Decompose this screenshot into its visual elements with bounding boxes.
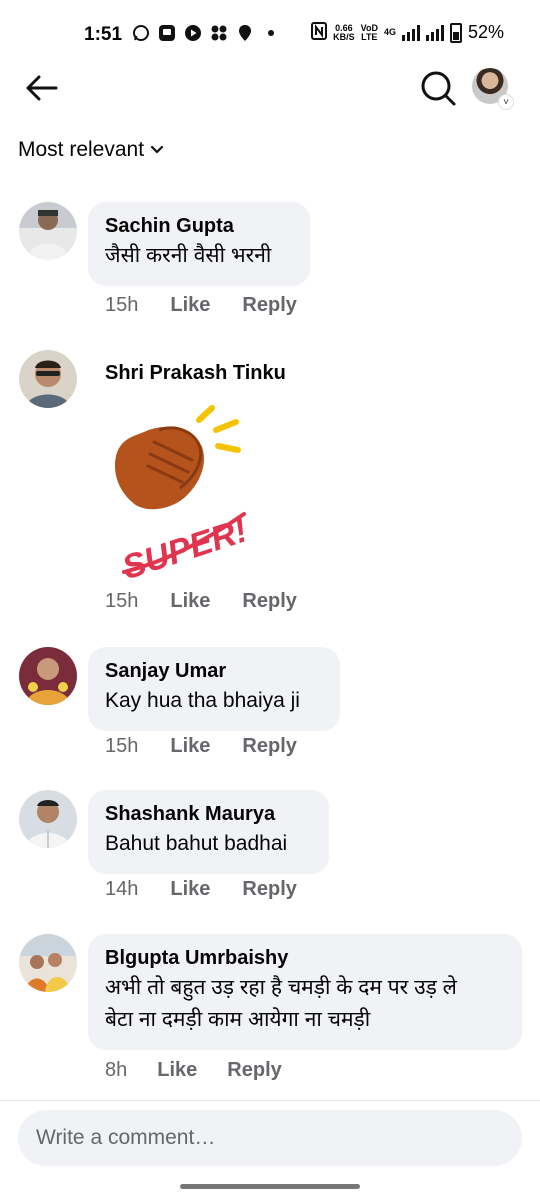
network-speed: 0.66 KB/S bbox=[333, 23, 355, 42]
comment-text: Kay hua tha bhaiya ji bbox=[105, 689, 300, 712]
search-button[interactable] bbox=[418, 68, 458, 108]
comment-text: जैसी करनी वैसी भरनी bbox=[105, 244, 272, 267]
comment-time: 8h bbox=[105, 1059, 128, 1081]
comment-text-line-2: बेटा ना दमड़ी काम आयेगा ना चमड़ी bbox=[105, 1008, 371, 1031]
back-button[interactable] bbox=[22, 68, 62, 108]
comment-author[interactable]: Shashank Maurya bbox=[105, 802, 312, 826]
like-button[interactable]: Like bbox=[157, 1059, 197, 1082]
comment-time: 15h bbox=[105, 294, 139, 316]
battery-percent: 52% bbox=[467, 22, 504, 42]
like-button[interactable]: Like bbox=[170, 590, 210, 613]
divider bbox=[0, 1100, 540, 1101]
comment-composer[interactable] bbox=[18, 1110, 522, 1166]
reply-button[interactable]: Reply bbox=[242, 590, 296, 613]
net-speed-unit: KB/S bbox=[333, 31, 355, 42]
comment-time: 15h bbox=[105, 590, 139, 612]
nfc-icon bbox=[311, 22, 328, 43]
sort-dropdown[interactable]: Most relevant bbox=[18, 138, 164, 162]
comment-author[interactable]: Blgupta Umrbaishy bbox=[105, 946, 505, 970]
comment-actions: 15h Like Reply bbox=[105, 294, 297, 317]
reply-button[interactable]: Reply bbox=[242, 735, 296, 758]
volte-indicator: VoD LTE bbox=[361, 23, 378, 42]
battery-icon bbox=[449, 22, 462, 43]
avatar[interactable] bbox=[19, 647, 77, 705]
comment-bubble[interactable]: Sanjay Umar Kay hua tha bhaiya ji bbox=[88, 647, 340, 731]
reply-button[interactable]: Reply bbox=[227, 1059, 281, 1082]
comment-author[interactable]: Sanjay Umar bbox=[105, 659, 323, 683]
signal-icon-2 bbox=[425, 24, 444, 41]
comment-text-line-1: अभी तो बहुत उड़ रहा है चमड़ी के दम पर उड… bbox=[105, 976, 457, 999]
arrow-left-icon bbox=[26, 75, 58, 101]
avatar[interactable] bbox=[19, 934, 77, 992]
reply-button[interactable]: Reply bbox=[242, 878, 296, 901]
like-button[interactable]: Like bbox=[170, 735, 210, 758]
comment-actions: 15h Like Reply bbox=[105, 590, 297, 613]
top-bar: ˅ bbox=[0, 62, 540, 116]
profile-menu-button[interactable]: ˅ bbox=[472, 68, 514, 110]
sort-label: Most relevant bbox=[18, 138, 145, 161]
super-sticker[interactable]: SUPER! bbox=[104, 402, 252, 587]
messages-icon bbox=[158, 24, 176, 42]
comment-author[interactable]: Sachin Gupta bbox=[105, 214, 293, 238]
volte-bottom: LTE bbox=[361, 31, 378, 42]
like-button[interactable]: Like bbox=[170, 878, 210, 901]
status-time: 1:51 bbox=[84, 24, 123, 45]
more-notifications-dot bbox=[268, 30, 274, 36]
comment-time: 15h bbox=[105, 735, 139, 757]
chevron-down-icon: ˅ bbox=[498, 94, 514, 110]
comment-actions: 14h Like Reply bbox=[105, 878, 297, 901]
like-button[interactable]: Like bbox=[170, 294, 210, 317]
comment-author[interactable]: Shri Prakash Tinku bbox=[105, 362, 286, 385]
whatsapp-icon bbox=[132, 24, 150, 42]
comment-time: 14h bbox=[105, 878, 139, 900]
comment-bubble[interactable]: Sachin Gupta जैसी करनी वैसी भरनी bbox=[88, 202, 310, 286]
app-grid-icon bbox=[210, 24, 228, 42]
status-bar: 1:51 0.66 KB/S VoD LTE 4G 52% bbox=[0, 0, 540, 68]
network-type: 4G bbox=[383, 27, 396, 37]
avatar[interactable] bbox=[19, 202, 77, 260]
chevron-down-icon bbox=[150, 145, 164, 154]
avatar[interactable] bbox=[19, 350, 77, 408]
reply-button[interactable]: Reply bbox=[242, 294, 296, 317]
comment-input[interactable] bbox=[18, 1110, 522, 1166]
search-icon bbox=[421, 71, 456, 106]
comment-text: Bahut bahut badhai bbox=[105, 832, 288, 855]
comment-bubble[interactable]: Shashank Maurya Bahut bahut badhai bbox=[88, 790, 329, 874]
home-indicator[interactable] bbox=[180, 1184, 360, 1189]
signal-icon-1 bbox=[401, 24, 420, 41]
comment-actions: 8h Like Reply bbox=[105, 1059, 282, 1082]
avatar[interactable] bbox=[19, 790, 77, 848]
notification-icons bbox=[132, 24, 274, 42]
location-icon bbox=[236, 24, 254, 42]
comment-actions: 15h Like Reply bbox=[105, 735, 297, 758]
system-status: 0.66 KB/S VoD LTE 4G 52% bbox=[311, 22, 504, 43]
youtube-icon bbox=[184, 24, 202, 42]
comment-bubble[interactable]: Blgupta Umrbaishy अभी तो बहुत उड़ रहा है… bbox=[88, 934, 522, 1050]
